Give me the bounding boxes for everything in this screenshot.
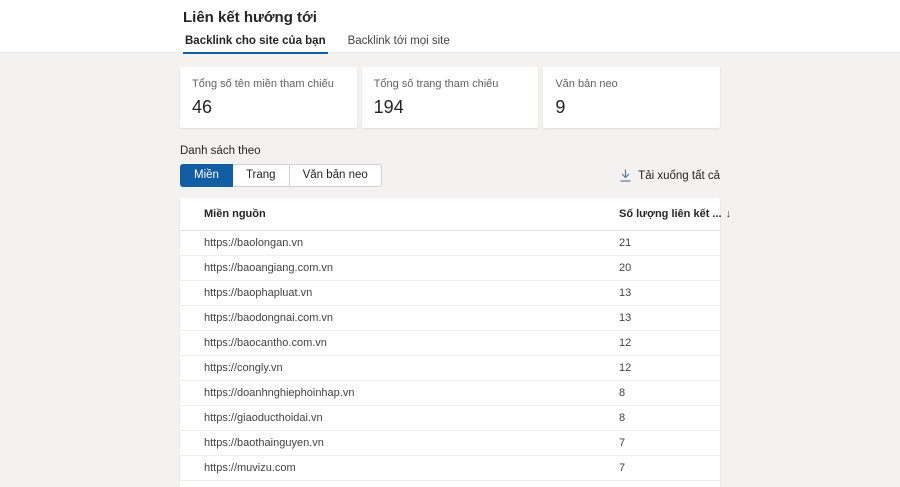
backlinks-table: Miền nguồn Số lượng liên kết ... ↓ https… bbox=[180, 198, 731, 487]
download-icon bbox=[620, 169, 631, 182]
list-by-label: Danh sách theo bbox=[180, 145, 261, 157]
tab-backlinks-your-site[interactable]: Backlink cho site của bạn bbox=[183, 33, 328, 54]
table-row: https://giaoducthoidai.vn 8 bbox=[180, 406, 720, 431]
tab-bar: Backlink cho site của bạn Backlink tới m… bbox=[183, 33, 900, 54]
stat-card-referring-pages: Tổng số trang tham chiếu 194 bbox=[361, 67, 539, 128]
download-all-button[interactable]: Tải xuống tất cả bbox=[620, 169, 720, 182]
column-header-source-domain[interactable]: Miền nguồn bbox=[204, 208, 619, 220]
source-domain-cell: https://doanhnghiephoinhap.vn bbox=[204, 387, 355, 399]
source-domain-cell: https://baocantho.com.vn bbox=[204, 337, 327, 349]
segment-anchor-text-button[interactable]: Văn bản neo bbox=[289, 164, 382, 187]
table-row: https://baoangiang.com.vn 20 bbox=[180, 256, 720, 281]
table-row: https://baocantho.com.vn 12 bbox=[180, 331, 720, 356]
source-domain-cell: https://baolongan.vn bbox=[204, 237, 304, 249]
source-domain-cell: https://baothainguyen.vn bbox=[204, 437, 324, 449]
sort-descending-icon: ↓ bbox=[725, 208, 732, 220]
stat-value: 9 bbox=[555, 97, 566, 117]
download-all-label: Tải xuống tất cả bbox=[638, 169, 720, 182]
stat-value: 194 bbox=[373, 97, 404, 117]
link-count-cell: 12 bbox=[619, 362, 632, 374]
list-by-segmented-control: Miền Trang Văn bản neo bbox=[180, 164, 382, 187]
controls-row: Miền Trang Văn bản neo Tải xuống tất cả bbox=[180, 164, 720, 187]
table-row: https://congly.vn 12 bbox=[180, 356, 720, 381]
segment-page-button[interactable]: Trang bbox=[232, 164, 290, 187]
table-row: https://doanhnghiephoinhap.vn 8 bbox=[180, 381, 720, 406]
source-domain-cell: https://baoangiang.com.vn bbox=[204, 262, 334, 274]
source-domain-cell: https://congly.vn bbox=[204, 362, 283, 374]
main-content: Tổng số tên miền tham chiếu 46 Tổng số t… bbox=[180, 67, 731, 487]
table-row: https://baothainguyen.vn 7 bbox=[180, 431, 720, 456]
top-bar: Liên kết hướng tới Backlink cho site của… bbox=[0, 0, 900, 54]
link-count-cell: 7 bbox=[619, 437, 626, 449]
table-header-row: Miền nguồn Số lượng liên kết ... ↓ bbox=[180, 198, 731, 231]
source-domain-cell: https://baophapluat.vn bbox=[204, 287, 313, 299]
table-row: https://baophapluat.vn 13 bbox=[180, 281, 720, 306]
stat-card-anchor-texts: Văn bản neo 9 bbox=[543, 67, 721, 128]
stat-value: 46 bbox=[192, 97, 213, 117]
source-domain-cell: https://giaoducthoidai.vn bbox=[204, 412, 323, 424]
column-header-link-count[interactable]: Số lượng liên kết ... ↓ bbox=[619, 208, 731, 220]
link-count-cell: 21 bbox=[619, 237, 632, 249]
source-domain-cell: https://baodongnai.com.vn bbox=[204, 312, 334, 324]
source-domain-cell: https://muvizu.com bbox=[204, 462, 296, 474]
link-count-cell: 13 bbox=[619, 287, 632, 299]
stat-label: Tổng số trang tham chiếu bbox=[373, 78, 499, 90]
table-row: https://muvizu.com 7 bbox=[180, 456, 720, 481]
page-title: Liên kết hướng tới bbox=[183, 9, 317, 26]
table-row: https://baodongnai.com.vn 13 bbox=[180, 306, 720, 331]
stat-label: Tổng số tên miền tham chiếu bbox=[192, 78, 334, 90]
link-count-cell: 7 bbox=[619, 462, 626, 474]
tab-backlinks-any-site[interactable]: Backlink tới mọi site bbox=[346, 33, 452, 54]
stat-card-referring-domains: Tổng số tên miền tham chiếu 46 bbox=[180, 67, 357, 128]
link-count-cell: 8 bbox=[619, 387, 626, 399]
column-header-link-count-label: Số lượng liên kết ... bbox=[619, 208, 722, 220]
segment-domain-button[interactable]: Miền bbox=[180, 164, 233, 187]
link-count-cell: 8 bbox=[619, 412, 626, 424]
table-row: https://baolongan.vn 21 bbox=[180, 231, 720, 256]
link-count-cell: 12 bbox=[619, 337, 632, 349]
link-count-cell: 13 bbox=[619, 312, 632, 324]
stat-cards: Tổng số tên miền tham chiếu 46 Tổng số t… bbox=[180, 67, 721, 128]
table-body: https://baolongan.vn 21 https://baoangiang… bbox=[180, 231, 720, 481]
stat-label: Văn bản neo bbox=[555, 78, 618, 90]
link-count-cell: 20 bbox=[619, 262, 632, 274]
